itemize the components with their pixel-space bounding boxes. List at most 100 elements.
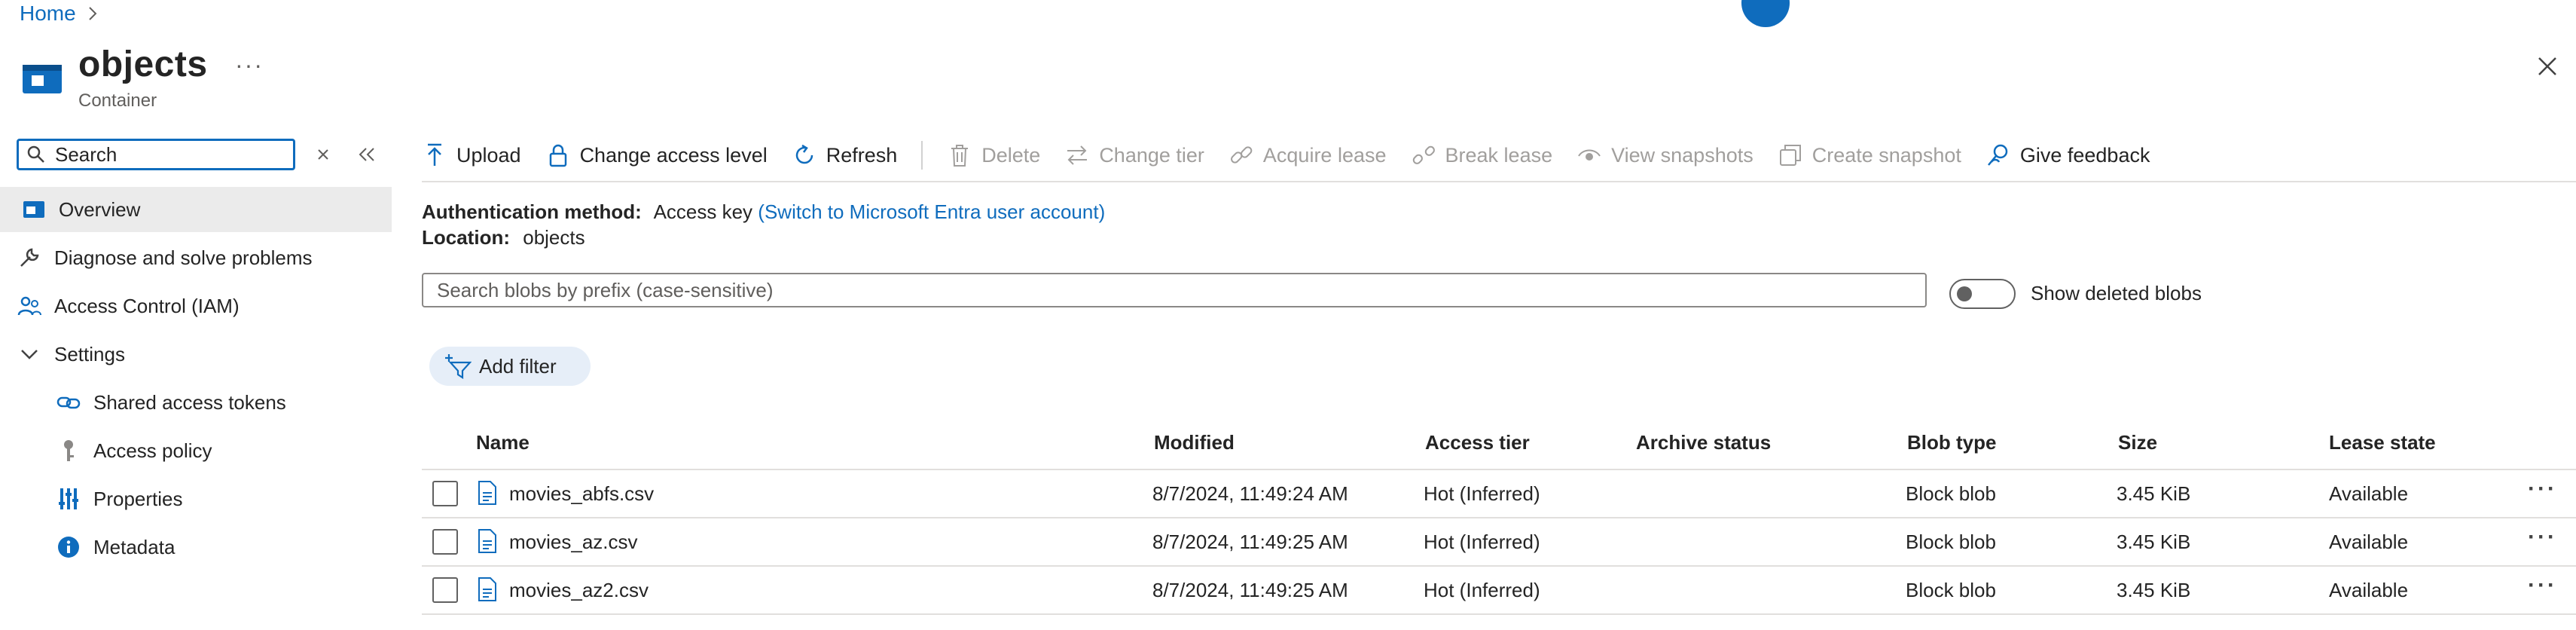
show-deleted-label: Show deleted blobs (2031, 282, 2202, 304)
auth-method-label: Authentication method: (422, 200, 642, 223)
acquire-lease-button[interactable]: Acquire lease (1228, 142, 1387, 168)
change-tier-button[interactable]: Change tier (1064, 142, 1204, 168)
sidebar-group-settings[interactable]: Settings (0, 332, 392, 377)
auth-method-value: Access key (653, 200, 753, 223)
collapse-sidebar-icon[interactable] (354, 142, 380, 167)
broken-link-icon (1411, 142, 1436, 168)
row-blob-type: Block blob (1906, 531, 1996, 553)
row-modified: 8/7/2024, 11:49:25 AM (1152, 579, 1348, 601)
chevron-down-icon (17, 341, 42, 367)
close-icon[interactable] (2532, 51, 2562, 81)
sidebar-item-label: Access policy (93, 439, 212, 462)
location-value: objects (523, 226, 585, 249)
wrench-icon (17, 245, 42, 271)
toolbar-divider-line (422, 181, 2576, 182)
file-icon (478, 577, 497, 601)
toolbar-divider (921, 141, 923, 170)
row-name[interactable]: movies_az.csv (509, 531, 638, 554)
column-header-name[interactable]: Name (476, 431, 530, 454)
sidebar-item-label: Access Control (IAM) (54, 294, 240, 317)
file-icon (478, 529, 497, 553)
arrows-swap-icon (1064, 142, 1090, 168)
lock-icon (545, 142, 571, 168)
refresh-icon (792, 142, 817, 168)
breadcrumb-home-link[interactable]: Home (20, 2, 76, 26)
give-feedback-label: Give feedback (2019, 143, 2150, 167)
blob-search-input[interactable] (435, 277, 1869, 303)
row-blob-type: Block blob (1906, 482, 1996, 505)
chevron-right-icon (87, 5, 99, 22)
row-size: 3.45 KiB (2117, 579, 2191, 601)
delete-label: Delete (981, 143, 1041, 167)
sidebar-item-label: Diagnose and solve problems (54, 246, 313, 269)
sidebar-item-label: Metadata (93, 535, 175, 558)
info-icon (56, 534, 81, 560)
overview-icon (21, 197, 47, 222)
row-more-options-icon[interactable]: ··· (2528, 524, 2557, 550)
column-header-archive-status[interactable]: Archive status (1636, 431, 1771, 454)
column-header-size[interactable]: Size (2118, 431, 2157, 454)
refresh-button[interactable]: Refresh (792, 142, 897, 168)
row-access-tier: Hot (Inferred) (1424, 482, 1540, 505)
sidebar-item-overview[interactable]: Overview (0, 187, 392, 232)
file-icon (478, 481, 497, 505)
column-header-blob-type[interactable]: Blob type (1907, 431, 1996, 454)
change-tier-label: Change tier (1099, 143, 1204, 167)
row-modified: 8/7/2024, 11:49:24 AM (1152, 482, 1348, 505)
delete-button[interactable]: Delete (947, 142, 1040, 168)
row-checkbox[interactable] (432, 577, 458, 603)
row-lease-state: Available (2329, 579, 2409, 601)
add-filter-label: Add filter (479, 354, 557, 378)
more-options-icon[interactable]: ··· (235, 51, 264, 79)
clear-search-icon[interactable] (310, 142, 336, 167)
sidebar-item-metadata[interactable]: Metadata (0, 524, 392, 570)
search-icon (26, 145, 46, 164)
create-snapshot-button[interactable]: Create snapshot (1778, 142, 1961, 168)
feedback-icon (1985, 142, 2011, 168)
filter-add-icon (444, 353, 472, 379)
command-bar: Upload Change access level Refresh Delet… (422, 134, 2174, 176)
sidebar-item-properties[interactable]: Properties (0, 476, 392, 521)
trash-icon (947, 142, 972, 168)
add-filter-button[interactable]: Add filter (429, 347, 591, 386)
snapshot-icon (1778, 142, 1803, 168)
row-more-options-icon[interactable]: ··· (2528, 573, 2557, 598)
row-modified: 8/7/2024, 11:49:25 AM (1152, 531, 1348, 553)
switch-auth-link[interactable]: (Switch to Microsoft Entra user account) (758, 200, 1105, 223)
change-access-level-button[interactable]: Change access level (545, 142, 768, 168)
avatar[interactable] (1741, 0, 1790, 27)
row-name[interactable]: movies_abfs.csv (509, 482, 654, 506)
column-header-access-tier[interactable]: Access tier (1425, 431, 1530, 454)
row-lease-state: Available (2329, 531, 2409, 553)
show-deleted-toggle[interactable] (1949, 279, 2016, 309)
sidebar-item-iam[interactable]: Access Control (IAM) (0, 283, 392, 329)
page-title: objects (78, 44, 208, 84)
sidebar-item-shared-access-tokens[interactable]: Shared access tokens (0, 380, 392, 425)
upload-icon (422, 142, 447, 168)
upload-button[interactable]: Upload (422, 142, 521, 168)
create-snapshot-label: Create snapshot (1811, 143, 1961, 167)
sidebar-item-label: Overview (59, 197, 141, 221)
table-row-divider (422, 565, 2576, 567)
row-size: 3.45 KiB (2117, 482, 2191, 505)
sidebar-item-diagnose[interactable]: Diagnose and solve problems (0, 235, 392, 280)
view-snapshots-button[interactable]: View snapshots (1576, 142, 1753, 168)
column-header-lease-state[interactable]: Lease state (2329, 431, 2436, 454)
breadcrumb: Home (20, 2, 99, 26)
link-icon (1228, 142, 1254, 168)
row-more-options-icon[interactable]: ··· (2528, 476, 2557, 502)
auth-method-line: Authentication method: Access key (Switc… (422, 200, 1105, 224)
column-header-modified[interactable]: Modified (1154, 431, 1235, 454)
nav-search-box[interactable] (17, 139, 295, 170)
break-lease-label: Break lease (1445, 143, 1553, 167)
change-access-level-label: Change access level (579, 143, 768, 167)
blob-search-box[interactable] (422, 273, 1927, 307)
give-feedback-button[interactable]: Give feedback (1985, 142, 2150, 168)
properties-icon (56, 486, 81, 512)
row-checkbox[interactable] (432, 481, 458, 506)
sidebar-item-access-policy[interactable]: Access policy (0, 428, 392, 473)
break-lease-button[interactable]: Break lease (1411, 142, 1553, 168)
row-name[interactable]: movies_az2.csv (509, 579, 649, 602)
nav-search-input[interactable] (53, 142, 282, 167)
row-checkbox[interactable] (432, 529, 458, 555)
